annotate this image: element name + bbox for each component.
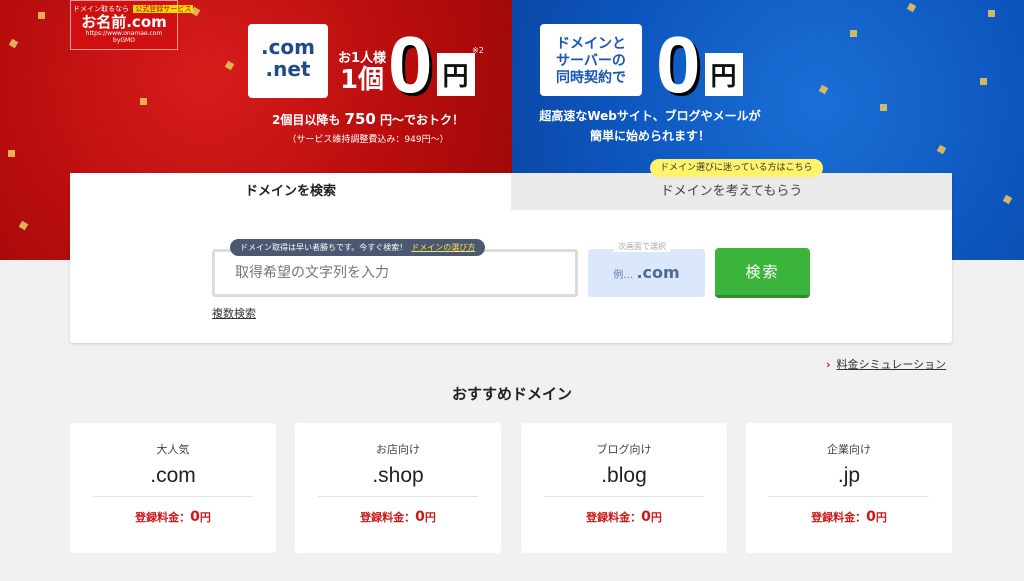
card-category: ブログ向け — [596, 443, 652, 456]
promo-left-line2: （サービス維持調整費込み：949円～） — [287, 135, 449, 145]
price-simulation-link[interactable]: › 料金シミュレーション — [826, 356, 946, 372]
promo-zero-right: 0 — [656, 20, 701, 109]
recommend-card-shop[interactable]: お店向け .shop 登録料金：0円 — [295, 423, 501, 553]
recommend-title: おすすめドメイン — [451, 385, 572, 403]
promo-zero-left: 0 — [388, 20, 433, 109]
card-divider — [93, 496, 253, 497]
logo-badge: 公式登録サービス — [133, 5, 194, 13]
card-tld: .shop — [372, 464, 424, 487]
card-price-label: 登録料金： — [811, 511, 867, 524]
confetti-decoration — [8, 150, 15, 157]
logo-url: https://www.onamae.com — [85, 30, 163, 37]
tab-domain-search[interactable]: ドメインを検索 — [70, 173, 511, 210]
confetti-decoration — [980, 78, 987, 85]
recommend-cards: 大人気 .com 登録料金：0円 お店向け .shop 登録料金：0円 ブログ向… — [70, 423, 952, 553]
card-price-unit: 円 — [424, 511, 436, 524]
search-tip-text: ドメイン取得は早い者勝ちです。今すぐ検索！ — [240, 243, 408, 252]
per-count-label: 1個 — [339, 65, 385, 95]
card-category: 大人気 — [156, 443, 190, 456]
card-price-unit: 円 — [875, 511, 887, 524]
onamae-logo[interactable]: ドメイン取るなら 公式登録サービス お名前.com https://www.on… — [70, 0, 194, 50]
card-price-unit: 円 — [199, 511, 211, 524]
recommend-card-com[interactable]: 大人気 .com 登録料金：0円 — [70, 423, 276, 553]
promo-yen-right: 円 — [704, 53, 743, 96]
per-person-label: お1人様 — [338, 51, 387, 66]
promo-yen-left: 円 — [436, 53, 475, 96]
promo-tld-text: .com .net — [260, 35, 316, 81]
search-tip: ドメイン取得は早い者勝ちです。今すぐ検索！ ドメインの選び方 — [230, 239, 486, 256]
logo-tagline: ドメイン取るなら — [73, 5, 129, 13]
promo-right-text: 超高速なWebサイト、ブログやメールが 簡単に始められます！ — [530, 106, 770, 146]
card-price-value: 0 — [641, 509, 651, 525]
multi-search-link[interactable]: 複数検索 — [212, 305, 256, 321]
promo-tld-card: .com .net — [248, 24, 328, 98]
promo-right-line2: 簡単に始められます！ — [589, 129, 710, 143]
card-price-label: 登録料金： — [135, 511, 191, 524]
card-price-value: 0 — [866, 509, 876, 525]
tld-hint: 次画面で選択 — [614, 241, 670, 252]
confetti-decoration — [850, 30, 857, 37]
card-price-unit: 円 — [650, 511, 662, 524]
tld-example-label: 例… — [613, 270, 634, 281]
card-category: 企業向け — [827, 443, 871, 456]
promo-right-line1: 超高速なWebサイト、ブログやメールが — [539, 109, 761, 123]
recommend-card-jp[interactable]: 企業向け .jp 登録料金：0円 — [746, 423, 952, 553]
domain-search-input[interactable] — [212, 249, 578, 297]
card-price-label: 登録料金： — [360, 511, 416, 524]
card-price: 登録料金：0円 — [295, 509, 501, 525]
domain-search-panel: ドメインを検索 ドメインを考えてもらう ドメイン選びに迷っている方はこちら ドメ… — [70, 159, 952, 343]
card-divider — [318, 496, 478, 497]
domain-guide-link[interactable]: ドメインの選び方 — [411, 243, 475, 252]
tld-value: .com — [636, 263, 680, 282]
card-price-label: 登録料金： — [586, 511, 642, 524]
card-divider — [544, 496, 704, 497]
search-button[interactable]: 検索 — [715, 248, 810, 298]
confetti-decoration — [140, 98, 147, 105]
promo-left-suffix: 円～でおトク！ — [380, 113, 465, 127]
promo-price-right: 0 円 — [656, 20, 743, 109]
logo-brand: お名前.com — [81, 13, 167, 31]
card-price-value: 0 — [415, 509, 425, 525]
suggest-bubble[interactable]: ドメイン選びに迷っている方はこちら — [650, 159, 823, 177]
card-price: 登録料金：0円 — [746, 509, 952, 525]
tab-domain-suggest[interactable]: ドメインを考えてもらう — [511, 173, 952, 210]
card-tld: .jp — [837, 464, 861, 487]
card-category: お店向け — [376, 443, 420, 456]
logo-group: byGMO — [113, 37, 135, 44]
chevron-right-icon: › — [826, 358, 831, 371]
promo-server-card: ドメインと サーバーの 同時契約で — [540, 24, 642, 96]
card-tld: .com — [150, 464, 196, 487]
card-tld: .blog — [601, 464, 647, 487]
promo-left-price: 750 — [344, 110, 376, 128]
card-price-value: 0 — [190, 509, 200, 525]
tld-selector[interactable]: 例… .com — [588, 249, 705, 297]
confetti-decoration — [988, 10, 995, 17]
promo-footnote: ※2 — [472, 46, 484, 55]
price-simulation-label: 料金シミュレーション — [836, 358, 947, 371]
promo-left-line1: 2個目以降も 750 円～でおトク！ — [248, 110, 488, 128]
confetti-decoration — [38, 12, 45, 19]
recommend-card-blog[interactable]: ブログ向け .blog 登録料金：0円 — [521, 423, 727, 553]
promo-price-left: お1人様 1個 0 円 — [338, 20, 475, 109]
promo-left-prefix: 2個目以降も — [271, 113, 341, 127]
card-price: 登録料金：0円 — [70, 509, 276, 525]
promo-server-text: ドメインと サーバーの 同時契約で — [556, 36, 626, 86]
confetti-decoration — [880, 104, 887, 111]
card-divider — [769, 496, 929, 497]
card-price: 登録料金：0円 — [521, 509, 727, 525]
